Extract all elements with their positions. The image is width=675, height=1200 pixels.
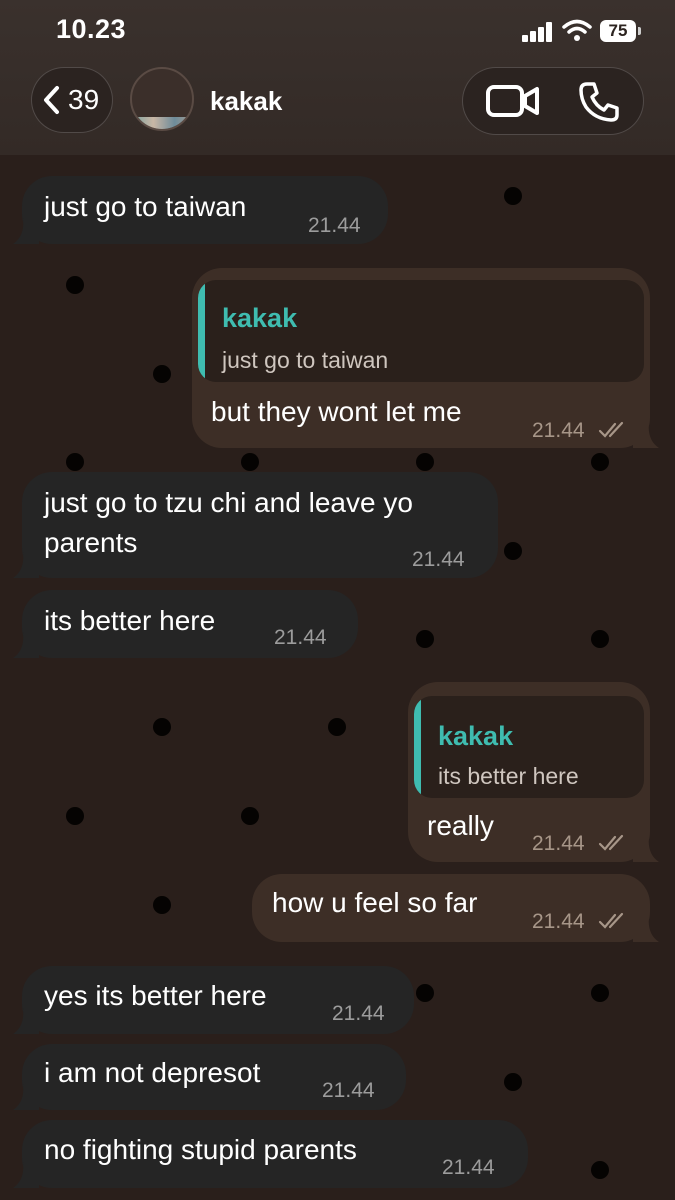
wallpaper-dot [153, 896, 171, 914]
bubble-tail [13, 1008, 39, 1034]
chat-header: 10.23 75 39 kakak [0, 0, 675, 155]
phone-icon[interactable] [577, 80, 621, 124]
status-time: 10.23 [56, 14, 127, 44]
wallpaper-dot [241, 453, 259, 471]
bubble-tail [13, 1084, 39, 1110]
wallpaper-dot [66, 807, 84, 825]
reply-quote-sender: kakak [438, 721, 514, 751]
bubble-tail [633, 916, 659, 942]
wallpaper-dot [66, 276, 84, 294]
unread-count: 39 [68, 84, 100, 115]
call-actions [462, 67, 644, 135]
wallpaper-dot [504, 187, 522, 205]
bubble-tail [13, 552, 39, 578]
wallpaper-dot [591, 630, 609, 648]
battery-nub [638, 27, 641, 35]
bubble-tail [633, 836, 659, 862]
bubble-tail [633, 422, 659, 448]
wallpaper-dot [504, 1073, 522, 1091]
wallpaper-dot [153, 365, 171, 383]
message-bubble-incoming[interactable]: its better here 21.44 [13, 590, 358, 658]
message-text: i am not depresot [44, 1057, 261, 1088]
message-time: 21.44 [308, 214, 361, 237]
contact-name[interactable]: kakak [210, 86, 282, 117]
message-bubble-outgoing[interactable]: kakak just go to taiwan but they wont le… [192, 268, 659, 448]
wallpaper-dot [591, 1161, 609, 1179]
message-text: no fighting stupid parents [44, 1134, 357, 1165]
message-bubble-incoming[interactable]: i am not depresot 21.44 [13, 1044, 406, 1110]
reply-quote-sender: kakak [222, 303, 298, 333]
reply-quote-bar [414, 696, 421, 798]
wallpaper-dot [591, 984, 609, 1002]
message-text: just go to tzu chi and leave yo [44, 487, 413, 518]
message-time: 21.44 [532, 419, 585, 442]
wallpaper-dot [591, 453, 609, 471]
message-text: but they wont let me [211, 396, 462, 427]
message-bubble-incoming[interactable]: no fighting stupid parents 21.44 [13, 1120, 528, 1188]
wallpaper-dot [416, 984, 434, 1002]
message-time: 21.44 [274, 626, 327, 649]
message-time: 21.44 [322, 1079, 375, 1102]
reply-quote-text: just go to taiwan [222, 347, 389, 373]
message-time: 21.44 [412, 548, 465, 571]
reply-quote-text: its better here [438, 763, 579, 789]
wallpaper-dot [504, 542, 522, 560]
message-time: 21.44 [532, 910, 585, 933]
message-text: yes its better here [44, 980, 267, 1011]
wallpaper-dot [153, 718, 171, 736]
bubble-tail [13, 1162, 39, 1188]
wallpaper-dot [66, 453, 84, 471]
avatar[interactable] [130, 67, 194, 131]
message-time: 21.44 [532, 832, 585, 855]
message-time: 21.44 [332, 1002, 385, 1025]
double-check-icon [598, 834, 624, 851]
message-time: 21.44 [442, 1156, 495, 1179]
avatar-image-strip [132, 117, 192, 129]
back-button[interactable]: 39 [31, 67, 113, 133]
message-text: really [427, 810, 494, 841]
double-check-icon [598, 912, 624, 929]
wallpaper-dot [416, 630, 434, 648]
message-text: parents [44, 527, 138, 558]
wallpaper-dot [328, 718, 346, 736]
chevron-left-icon [44, 86, 59, 114]
message-bubble-incoming[interactable]: just go to tzu chi and leave yo parents … [13, 472, 498, 578]
message-bubble-outgoing[interactable]: kakak its better here really 21.44 [408, 682, 659, 862]
message-text: its better here [44, 605, 216, 636]
wifi-icon [562, 19, 592, 41]
chat-screen: 10.23 75 39 kakak just go to taiwan 21.4… [0, 0, 675, 1200]
bubble-tail [13, 632, 39, 658]
message-text: just go to taiwan [44, 191, 247, 222]
wallpaper-dot [241, 807, 259, 825]
reply-quote[interactable]: kakak its better here [414, 696, 644, 798]
cellular-signal-icon [522, 22, 554, 42]
message-bubble-incoming[interactable]: just go to taiwan 21.44 [13, 176, 388, 244]
message-text: how u feel so far [272, 887, 478, 918]
double-check-icon [598, 421, 624, 438]
bubble-tail [13, 218, 39, 244]
reply-quote-bar [198, 280, 205, 382]
battery-indicator: 75 [600, 20, 636, 42]
message-bubble-incoming[interactable]: yes its better here 21.44 [13, 966, 414, 1034]
video-camera-icon[interactable] [485, 83, 541, 119]
reply-quote[interactable]: kakak just go to taiwan [198, 280, 644, 382]
wallpaper-dot [416, 453, 434, 471]
message-bubble-outgoing[interactable]: how u feel so far 21.44 [252, 874, 659, 942]
